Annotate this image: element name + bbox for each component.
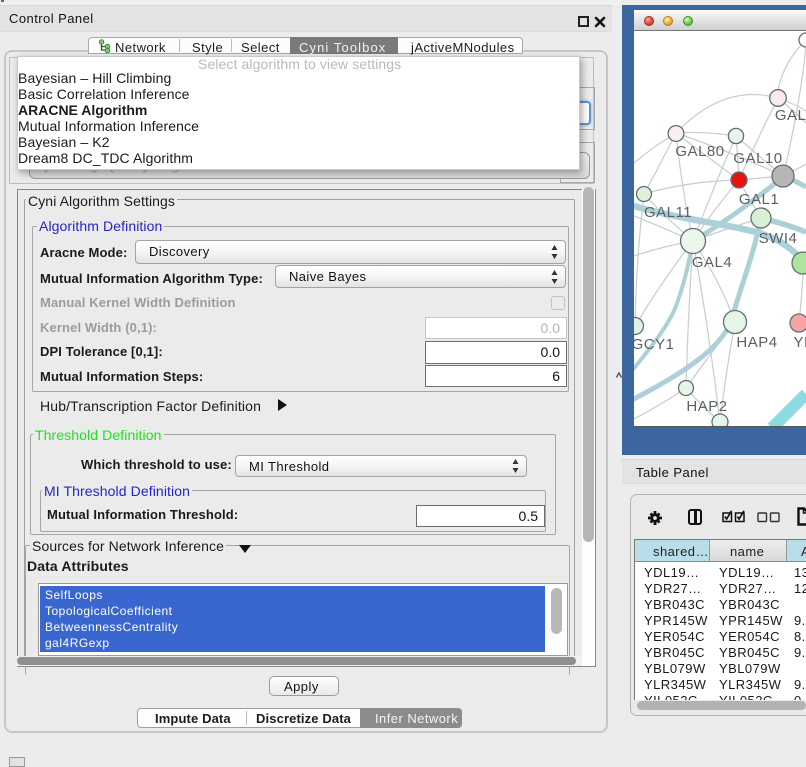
svg-text:GAL80: GAL80 bbox=[675, 143, 724, 160]
svg-text:GAL11: GAL11 bbox=[644, 204, 692, 221]
svg-text:GAL7: GAL7 bbox=[775, 107, 806, 124]
svg-text:HAP4: HAP4 bbox=[736, 334, 777, 351]
svg-text:GAL4: GAL4 bbox=[692, 254, 732, 271]
svg-text:GAL10: GAL10 bbox=[733, 150, 782, 167]
svg-text:HAP2: HAP2 bbox=[686, 398, 727, 415]
svg-text:YB: YB bbox=[793, 334, 806, 351]
svg-text:SWI4: SWI4 bbox=[759, 230, 798, 247]
svg-text:GAL1: GAL1 bbox=[739, 191, 779, 208]
svg-text:GCY1: GCY1 bbox=[634, 336, 674, 353]
